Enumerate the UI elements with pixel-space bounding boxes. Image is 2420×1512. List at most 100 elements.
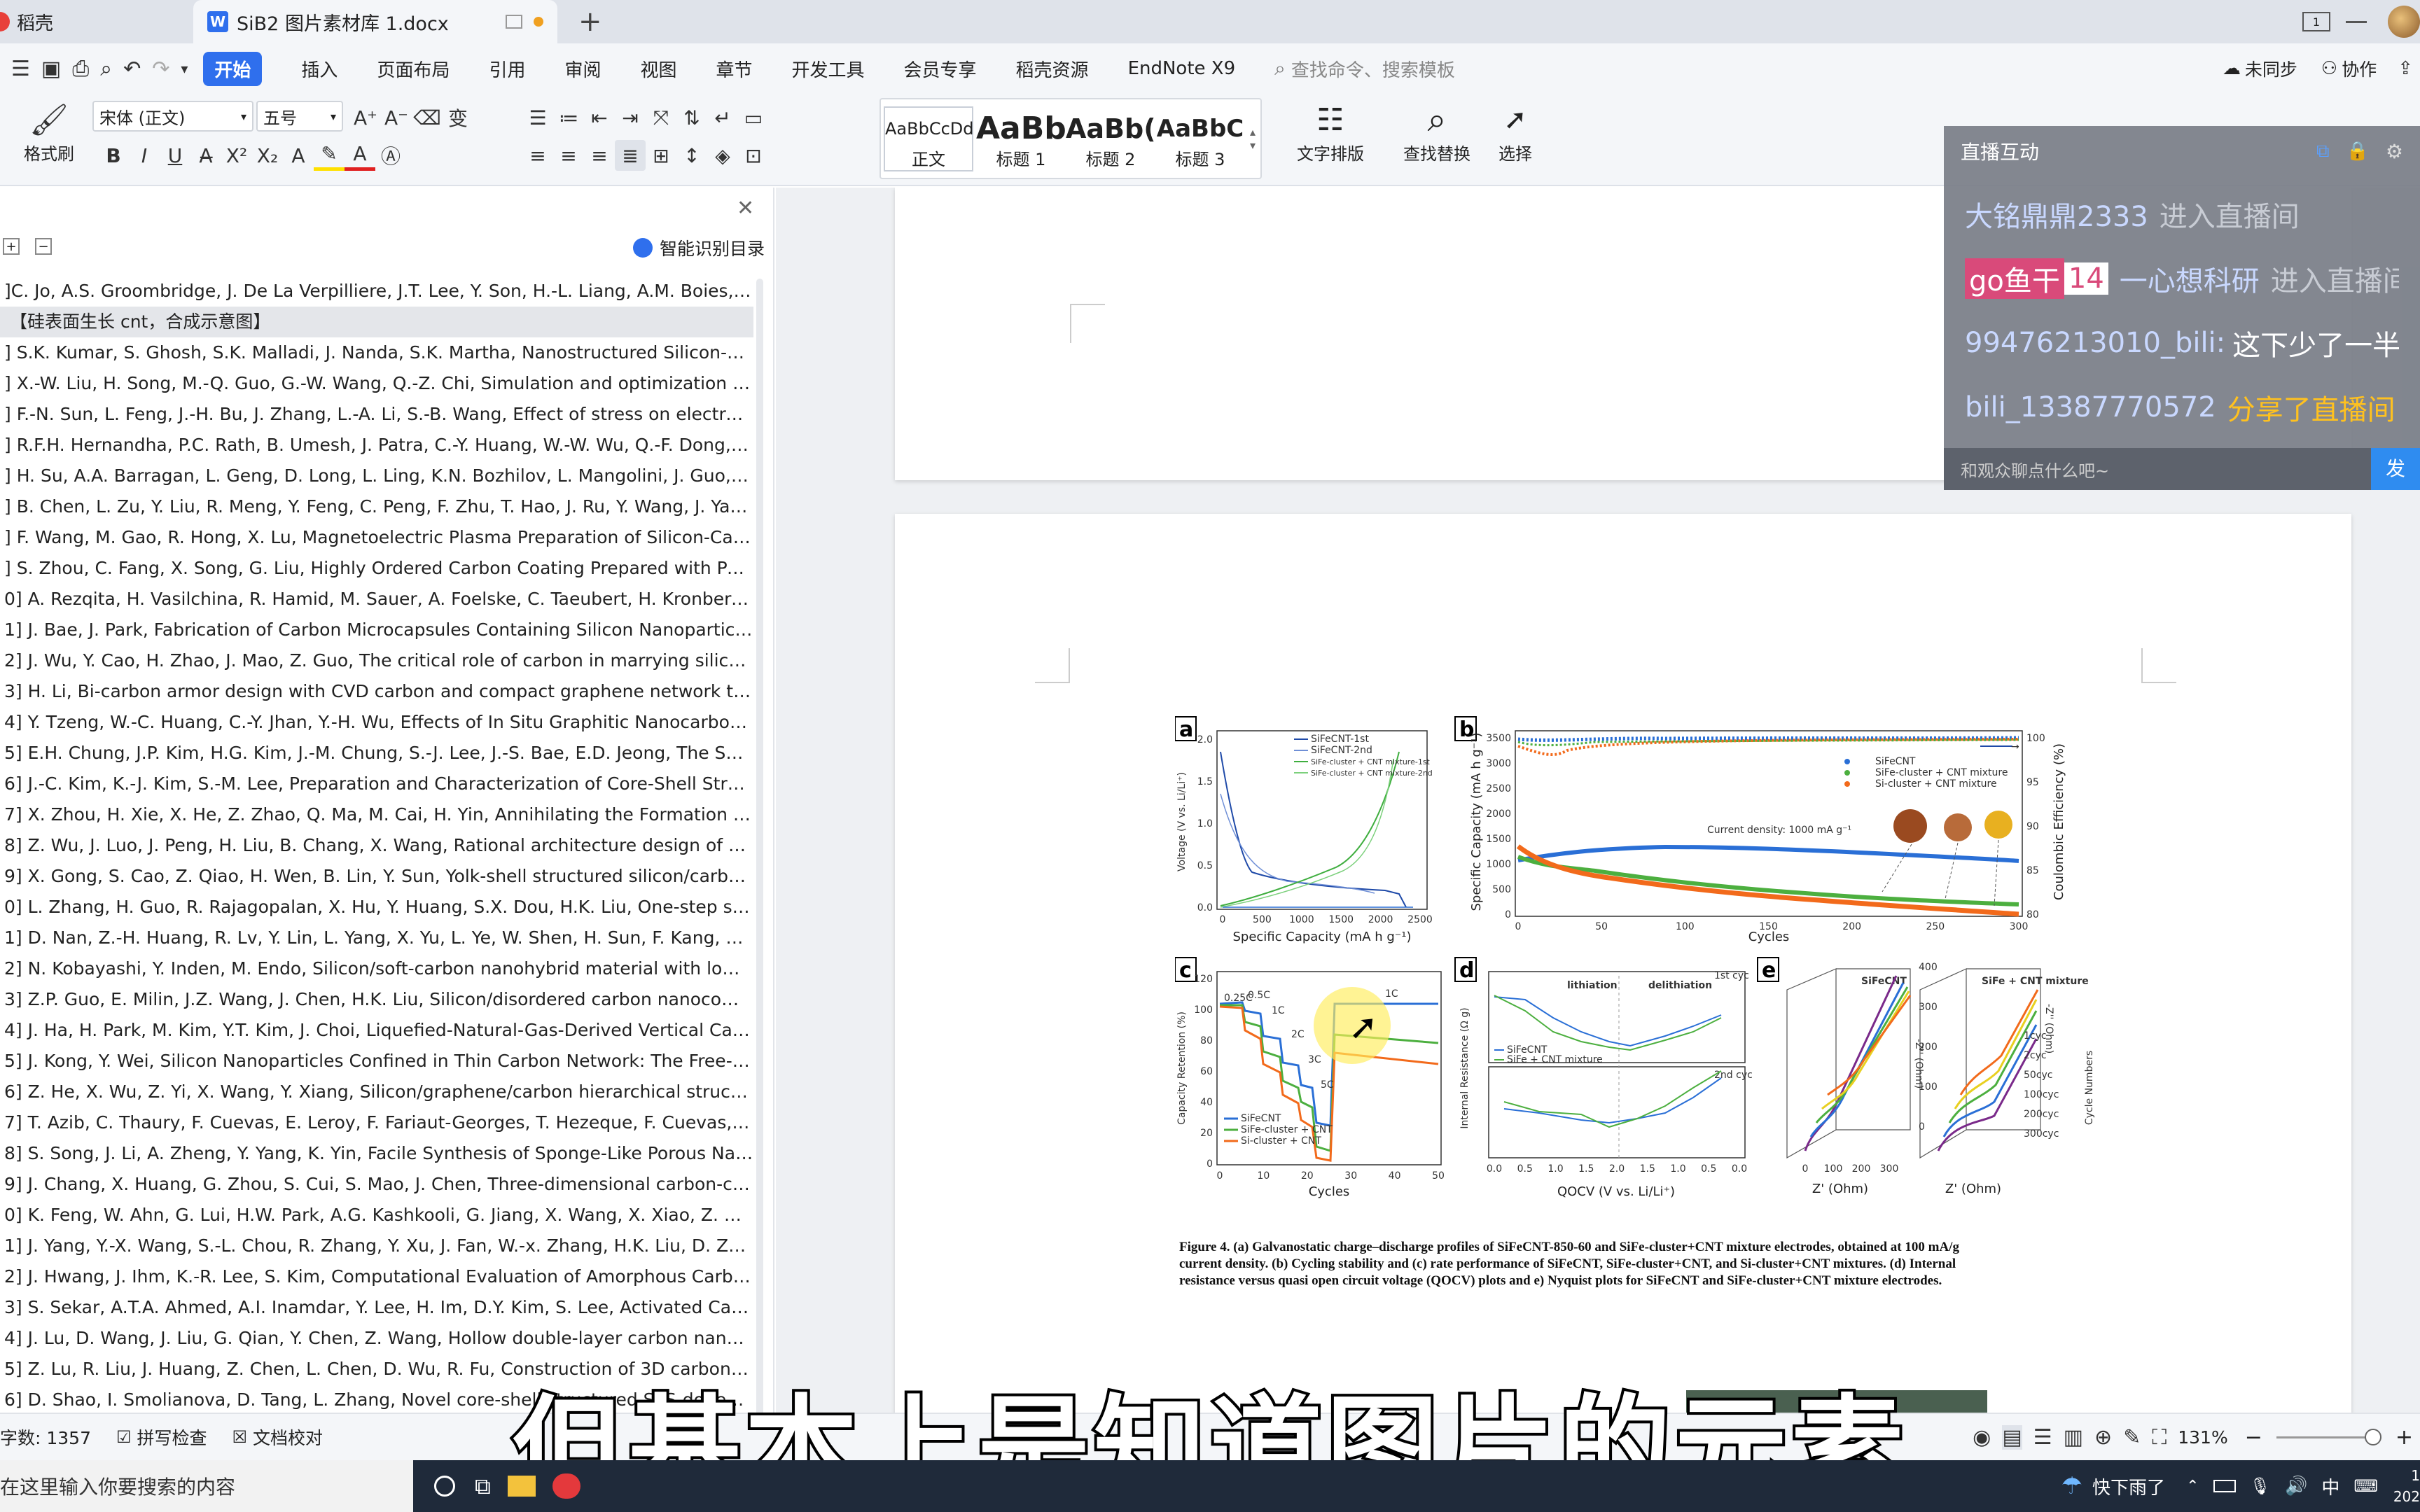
char-border-icon[interactable]: Ⓐ bbox=[375, 140, 406, 171]
minimize-icon[interactable] bbox=[2346, 20, 2367, 23]
toc-item[interactable]: 1] D. Nan, Z.-H. Huang, R. Lv, Y. Lin, L… bbox=[0, 923, 753, 953]
file-explorer-icon[interactable] bbox=[507, 1476, 536, 1497]
text-layout-button[interactable]: ☷ 文字排版 bbox=[1288, 99, 1372, 164]
italic-icon[interactable]: I bbox=[129, 140, 160, 171]
chat-input[interactable]: 和观众聊点什么吧~ bbox=[1944, 457, 2371, 482]
decrease-indent-icon[interactable]: ⇤ bbox=[584, 102, 615, 133]
nav-scrollbar[interactable] bbox=[756, 279, 763, 1455]
print-preview-icon[interactable]: ⌕ bbox=[100, 57, 112, 81]
window-mode-icon[interactable] bbox=[506, 15, 523, 29]
collaborate-button[interactable]: 协作 bbox=[2342, 56, 2377, 81]
font-size-select[interactable]: 五号 ▾ bbox=[256, 101, 343, 132]
toc-item[interactable]: 2] J. Hwang, J. Ihm, K.-R. Lee, S. Kim, … bbox=[0, 1261, 753, 1292]
sync-status[interactable]: 未同步 bbox=[2245, 56, 2297, 81]
shrink-font-icon[interactable]: A⁻ bbox=[381, 102, 412, 133]
style-heading-3[interactable]: AaBbC 标题 3 bbox=[1155, 108, 1245, 170]
subscript-icon[interactable]: X₂ bbox=[252, 140, 283, 171]
toc-item[interactable]: 【硅表面生长 cnt，合成示意图】 bbox=[0, 307, 753, 337]
toc-item[interactable]: 4] Y. Tzeng, W.-C. Huang, C.-Y. Jhan, Y.… bbox=[0, 707, 753, 738]
justify-icon[interactable]: ≣ bbox=[615, 140, 646, 171]
find-replace-button[interactable]: ⌕ 查找替换 bbox=[1395, 99, 1479, 164]
menu-docer-resources[interactable]: 稻壳资源 bbox=[1016, 56, 1089, 82]
bullet-list-icon[interactable]: ☰ bbox=[522, 102, 553, 133]
superscript-icon[interactable]: X² bbox=[221, 140, 252, 171]
file-menu-icon[interactable]: ☰ bbox=[11, 57, 30, 81]
toc-item[interactable]: ] H. Su, A.A. Barragan, L. Geng, D. Long… bbox=[0, 461, 753, 491]
borders-icon[interactable]: ⊡ bbox=[738, 140, 769, 171]
underline-icon[interactable]: U bbox=[160, 140, 190, 171]
text-effect-icon[interactable]: A bbox=[283, 140, 314, 171]
toc-item[interactable]: 7] T. Azib, C. Thaury, F. Cuevas, E. Ler… bbox=[0, 1107, 753, 1138]
avatar[interactable] bbox=[2388, 6, 2420, 38]
style-heading-2[interactable]: AaBb( 标题 2 bbox=[1066, 108, 1155, 170]
lock-icon[interactable]: 🔒 bbox=[2346, 141, 2369, 162]
ime-indicator[interactable]: 中 bbox=[2321, 1474, 2339, 1499]
bold-icon[interactable]: B bbox=[98, 140, 129, 171]
toc-item[interactable]: ] F. Wang, M. Gao, R. Hong, X. Lu, Magne… bbox=[0, 522, 753, 553]
tray-chevron-icon[interactable]: ⌃ bbox=[2186, 1478, 2199, 1495]
menu-insert[interactable]: 插入 bbox=[301, 56, 338, 82]
font-name-select[interactable]: 宋体 (正文) ▾ bbox=[92, 101, 253, 132]
style-normal[interactable]: AaBbCcDd 正文 bbox=[884, 106, 974, 172]
menu-endnote[interactable]: EndNote X9 bbox=[1128, 58, 1236, 79]
print-icon[interactable]: ⎙ bbox=[72, 57, 89, 81]
menu-page-layout[interactable]: 页面布局 bbox=[377, 56, 450, 82]
redo-icon[interactable]: ↷ bbox=[152, 57, 169, 81]
new-tab-button[interactable]: + bbox=[578, 6, 602, 38]
close-icon[interactable]: ✕ bbox=[737, 196, 754, 220]
toc-item[interactable]: 7] X. Zhou, H. Xie, X. He, Z. Zhao, Q. M… bbox=[0, 799, 753, 830]
toc-item[interactable]: 5] J. Kong, Y. Wei, Silicon Nanoparticle… bbox=[0, 1046, 753, 1077]
align-left-icon[interactable]: ≡ bbox=[522, 140, 553, 171]
toc-item[interactable]: 2] J. Wu, Y. Cao, H. Zhao, J. Mao, Z. Gu… bbox=[0, 645, 753, 676]
increase-indent-icon[interactable]: ⇥ bbox=[615, 102, 646, 133]
toc-item[interactable]: 1] J. Bae, J. Park, Fabrication of Carbo… bbox=[0, 615, 753, 645]
cortana-icon[interactable] bbox=[434, 1476, 455, 1497]
weibo-icon[interactable] bbox=[552, 1474, 580, 1499]
menu-member[interactable]: 会员专享 bbox=[904, 56, 977, 82]
toc-item[interactable]: 3] H. Li, Bi-carbon armor design with CV… bbox=[0, 676, 753, 707]
toc-item[interactable]: 6] J.-C. Kim, K.-J. Kim, S.-M. Lee, Prep… bbox=[0, 769, 753, 799]
send-button[interactable]: 发 bbox=[2371, 448, 2420, 490]
undo-icon[interactable]: ↶ bbox=[123, 57, 141, 81]
styles-more-icon[interactable]: ▴ ▾ bbox=[1245, 125, 1260, 152]
distribute-icon[interactable]: ⊞ bbox=[646, 140, 676, 171]
phonetic-icon[interactable]: 变 bbox=[443, 102, 473, 133]
toc-item[interactable]: ]C. Jo, A.S. Groombridge, J. De La Verpi… bbox=[0, 276, 753, 307]
save-icon[interactable]: ▣ bbox=[41, 57, 61, 81]
grow-font-icon[interactable]: A⁺ bbox=[350, 102, 381, 133]
volume-icon[interactable]: 🔊 bbox=[2285, 1476, 2307, 1497]
share-icon[interactable]: ⇪ bbox=[2398, 58, 2413, 79]
popout-icon[interactable]: ⧉ bbox=[2316, 141, 2330, 162]
menu-view[interactable]: 视图 bbox=[640, 56, 676, 82]
tab-docer[interactable]: 稻壳 bbox=[0, 0, 67, 43]
task-view-icon[interactable]: ⧉ bbox=[475, 1473, 491, 1500]
menu-developer[interactable]: 开发工具 bbox=[792, 56, 865, 82]
toc-item[interactable]: ] S. Zhou, C. Fang, X. Song, G. Liu, Hig… bbox=[0, 553, 753, 584]
clear-format-icon[interactable]: ⌫ bbox=[412, 102, 443, 133]
highlight-icon[interactable]: ✎ bbox=[314, 140, 345, 171]
strikethrough-icon[interactable]: A̶ bbox=[190, 140, 221, 171]
toc-item[interactable]: 2] N. Kobayashi, Y. Inden, M. Endo, Sili… bbox=[0, 953, 753, 984]
toc-item[interactable]: ] B. Chen, L. Zu, Y. Liu, R. Meng, Y. Fe… bbox=[0, 491, 753, 522]
weather-text[interactable]: 快下雨了 bbox=[2092, 1474, 2165, 1499]
font-color-icon[interactable]: A bbox=[345, 140, 375, 171]
expand-all-icon[interactable]: + bbox=[3, 238, 20, 255]
command-search-input[interactable]: 查找命令、搜索模板 bbox=[1291, 56, 1455, 82]
menu-references[interactable]: 引用 bbox=[489, 56, 525, 82]
collapse-all-icon[interactable]: − bbox=[35, 238, 52, 255]
menu-chapter[interactable]: 章节 bbox=[716, 56, 753, 82]
menu-start[interactable]: 开始 bbox=[203, 51, 263, 86]
toc-item[interactable]: ] R.F.H. Hernandha, P.C. Rath, B. Umesh,… bbox=[0, 430, 753, 461]
customize-icon[interactable]: ▾ bbox=[181, 60, 188, 77]
toc-item[interactable]: 5] Z. Lu, R. Liu, J. Huang, Z. Chen, L. … bbox=[0, 1354, 753, 1385]
align-center-icon[interactable]: ≡ bbox=[553, 140, 584, 171]
clock[interactable]: 1 202 bbox=[2392, 1465, 2420, 1507]
figure-4[interactable]: a SiFeCNT-1st SiFeCNT-2nd SiFe-cluster +… bbox=[1175, 710, 2113, 1228]
toc-item[interactable]: 4] J. Ha, H. Park, M. Kim, Y.T. Kim, J. … bbox=[0, 1015, 753, 1046]
toc-item[interactable]: ] S.K. Kumar, S. Ghosh, S.K. Malladi, J.… bbox=[0, 337, 753, 368]
toc-item[interactable]: 4] J. Lu, D. Wang, J. Liu, G. Qian, Y. C… bbox=[0, 1323, 753, 1354]
toc-item[interactable]: 0] K. Feng, W. Ahn, G. Lui, H.W. Park, A… bbox=[0, 1200, 753, 1231]
toc-item[interactable]: ] X.-W. Liu, H. Song, M.-Q. Guo, G.-W. W… bbox=[0, 368, 753, 399]
format-painter-button[interactable]: 🖌 格式刷 bbox=[14, 99, 84, 164]
toc-item[interactable]: 0] A. Rezqita, H. Vasilchina, R. Hamid, … bbox=[0, 584, 753, 615]
